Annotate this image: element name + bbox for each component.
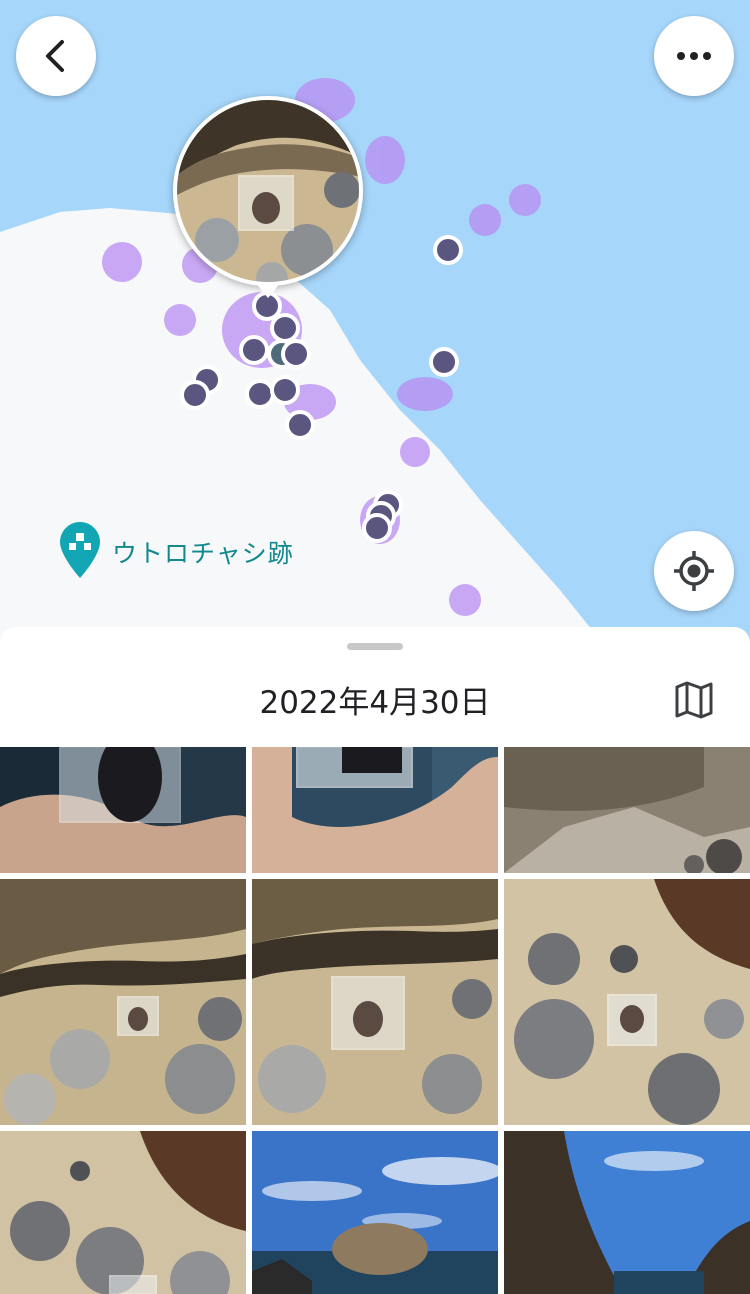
date-heading: 2022年4月30日 — [259, 685, 491, 721]
photo-preview-bubble[interactable] — [173, 96, 363, 286]
back-button[interactable] — [16, 16, 96, 96]
photo-tile[interactable] — [0, 879, 246, 1125]
map-marker — [270, 313, 300, 343]
my-location-icon — [674, 551, 714, 591]
photo-tile[interactable] — [504, 1131, 750, 1294]
place-pin-icon[interactable] — [58, 520, 102, 580]
photo-tile[interactable] — [252, 1131, 498, 1294]
photo-tile[interactable] — [252, 879, 498, 1125]
map-marker — [245, 379, 275, 409]
more-horizontal-icon — [677, 52, 711, 60]
photo-tile[interactable] — [504, 747, 750, 873]
map-marker — [270, 375, 300, 405]
photo-tile[interactable] — [0, 747, 246, 873]
map-marker — [429, 347, 459, 377]
photo-tile[interactable] — [504, 879, 750, 1125]
map-marker — [433, 235, 463, 265]
photo-grid — [0, 747, 750, 1294]
map-icon[interactable] — [674, 681, 714, 719]
bubble-pointer — [255, 282, 281, 298]
my-location-button[interactable] — [654, 531, 734, 611]
photo-tile[interactable] — [252, 747, 498, 873]
sheet-drag-handle[interactable] — [347, 643, 403, 650]
map-marker — [285, 410, 315, 440]
map-marker — [362, 513, 392, 543]
more-options-button[interactable] — [654, 16, 734, 96]
map-marker — [239, 335, 269, 365]
photo-tile[interactable] — [0, 1131, 246, 1294]
chevron-left-icon — [46, 40, 64, 72]
photo-sheet[interactable]: 2022年4月30日 — [0, 627, 750, 1294]
map-marker — [281, 339, 311, 369]
map-marker — [180, 380, 210, 410]
place-label[interactable]: ウトロチャシ跡 — [112, 534, 294, 570]
map-view[interactable]: ウトロチャシ跡 — [0, 0, 750, 660]
photo-thumbnail — [177, 100, 359, 282]
